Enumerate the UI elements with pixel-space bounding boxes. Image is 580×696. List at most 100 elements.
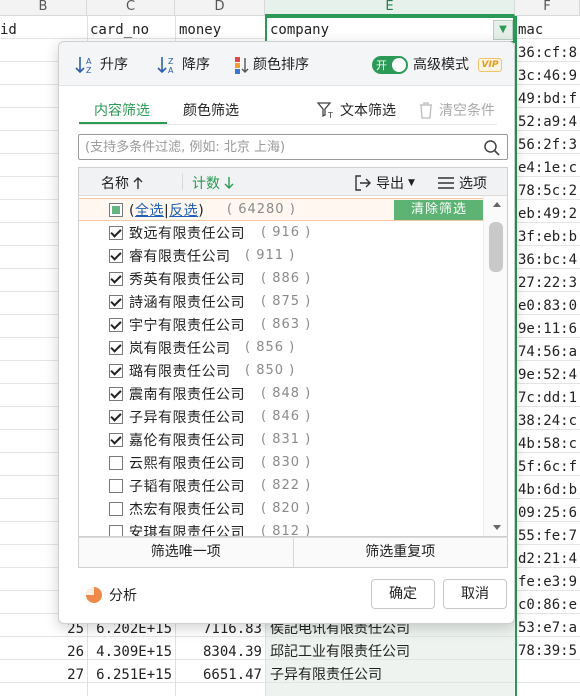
header-cell-company[interactable]: company xyxy=(270,19,329,42)
sort-descending-button[interactable]: Z A 降序 xyxy=(157,54,210,76)
mac-cell[interactable]: fe:e3:9 xyxy=(518,571,577,594)
item-checkbox[interactable] xyxy=(109,248,123,263)
list-item[interactable]: 子韬有限责任公司 ( 822 ) xyxy=(79,474,484,497)
select-all-checkbox[interactable] xyxy=(109,202,123,217)
row-number[interactable]: 26 xyxy=(58,641,84,664)
list-item[interactable]: 云熙有限责任公司 ( 830 ) xyxy=(79,451,484,474)
select-all-link[interactable]: 全选 xyxy=(135,203,164,219)
tab-content-filter[interactable]: 内容筛选 xyxy=(94,100,150,120)
clear-conditions-button[interactable]: 清空条件 xyxy=(417,100,495,120)
select-all-row[interactable]: (全选|反选) ( 64280 ) 清除筛选 xyxy=(79,198,484,221)
column-header-b[interactable]: B xyxy=(0,0,87,16)
item-checkbox[interactable] xyxy=(109,409,123,424)
header-cell-money[interactable]: money xyxy=(179,19,221,42)
filter-search-box[interactable] xyxy=(78,134,508,160)
cancel-button[interactable]: 取消 xyxy=(443,579,507,609)
filter-search-input[interactable] xyxy=(79,135,474,159)
sort-by-count[interactable]: 计数 xyxy=(192,173,234,193)
list-item[interactable]: 安琪有限责任公司 ( 812 ) xyxy=(79,520,484,536)
list-scrollbar[interactable] xyxy=(483,196,507,536)
item-checkbox[interactable] xyxy=(109,432,123,447)
column-header-e[interactable]: E xyxy=(265,0,515,16)
mac-cell[interactable]: 52:a9:4 xyxy=(518,111,577,134)
item-checkbox[interactable] xyxy=(109,294,123,309)
item-checkbox[interactable] xyxy=(109,363,123,378)
header-cell-mac[interactable]: mac xyxy=(518,19,543,42)
item-checkbox[interactable] xyxy=(109,455,123,470)
mac-cell[interactable]: 4b:58:c xyxy=(518,433,577,456)
export-button[interactable]: 导出 ▼ xyxy=(354,173,415,193)
scroll-up-arrow[interactable] xyxy=(493,202,501,207)
list-item[interactable]: 璐有限责任公司 ( 850 ) xyxy=(79,359,484,382)
card-no-cell[interactable]: 4.309E+15 xyxy=(88,641,172,664)
mac-cell[interactable]: 7c:dd:1 xyxy=(518,387,577,410)
column-header-d[interactable]: D xyxy=(175,0,265,16)
list-item[interactable]: 杰宏有限责任公司 ( 820 ) xyxy=(79,497,484,520)
item-checkbox[interactable] xyxy=(109,317,123,332)
filter-unique-button[interactable]: 筛选唯一项 xyxy=(79,538,293,567)
filter-dropdown-button[interactable]: ▼ xyxy=(493,20,513,40)
list-item[interactable]: 子异有限责任公司 ( 846 ) xyxy=(79,405,484,428)
item-checkbox[interactable] xyxy=(109,340,123,355)
mac-cell[interactable]: 78:39:5 xyxy=(518,640,577,663)
mac-cell[interactable]: 09:25:6 xyxy=(518,502,577,525)
sort-by-name[interactable]: 名称 xyxy=(101,173,143,193)
mac-cell[interactable]: 27:22:3 xyxy=(518,272,577,295)
mac-cell[interactable]: e0:83:0 xyxy=(518,295,577,318)
mac-cell[interactable]: 36:cf:8 xyxy=(518,42,577,65)
mac-cell[interactable]: 78:5c:2 xyxy=(518,180,577,203)
list-item[interactable]: 震南有限责任公司 ( 848 ) xyxy=(79,382,484,405)
mac-cell[interactable]: 55:fe:7 xyxy=(518,525,577,548)
item-checkbox[interactable] xyxy=(109,524,123,536)
column-header-c[interactable]: C xyxy=(87,0,175,16)
item-checkbox[interactable] xyxy=(109,271,123,286)
ok-button[interactable]: 确定 xyxy=(371,579,435,609)
header-cell-card-no[interactable]: card_no xyxy=(90,19,149,42)
sort-ascending-button[interactable]: A Z 升序 xyxy=(75,54,128,76)
list-item[interactable]: 嘉伦有限责任公司 ( 831 ) xyxy=(79,428,484,451)
tab-color-filter[interactable]: 颜色筛选 xyxy=(183,100,239,120)
list-item[interactable]: 致远有限责任公司 ( 916 ) xyxy=(79,221,484,244)
list-item[interactable]: 詩涵有限责任公司 ( 875 ) xyxy=(79,290,484,313)
mac-cell[interactable]: 9e:11:6 xyxy=(518,318,577,341)
analyze-button[interactable]: 分析 xyxy=(85,585,137,605)
mac-cell[interactable]: 74:56:a xyxy=(518,341,577,364)
options-button[interactable]: 选项 xyxy=(437,173,487,193)
mac-cell[interactable]: 38:24:c xyxy=(518,410,577,433)
list-item[interactable]: 宇宁有限责任公司 ( 863 ) xyxy=(79,313,484,336)
mac-cell[interactable]: 5f:6c:f xyxy=(518,456,577,479)
color-sort-button[interactable]: 颜色排序 xyxy=(232,54,309,76)
list-item[interactable]: 睿有限责任公司 ( 911 ) xyxy=(79,244,484,267)
mac-cell[interactable]: 3c:46:9 xyxy=(518,65,577,88)
mac-cell[interactable]: eb:49:2 xyxy=(518,203,577,226)
mac-cell[interactable]: 49:bd:f xyxy=(518,88,577,111)
company-cell[interactable]: 邱記工业有限责任公司 xyxy=(270,641,410,664)
clear-filter-button[interactable]: 清除筛选 xyxy=(394,200,484,220)
item-checkbox[interactable] xyxy=(109,225,123,240)
column-header-f[interactable]: F xyxy=(515,0,580,16)
mac-cell[interactable]: 36:bc:4 xyxy=(518,249,577,272)
text-filter-button[interactable]: T 文本筛选 xyxy=(316,100,396,120)
list-item[interactable]: 秀英有限责任公司 ( 886 ) xyxy=(79,267,484,290)
invert-selection-link[interactable]: 反选 xyxy=(169,203,198,219)
mac-cell[interactable]: 9e:52:4 xyxy=(518,364,577,387)
search-icon[interactable] xyxy=(483,139,501,161)
money-cell[interactable]: 8304.39 xyxy=(176,641,262,664)
filter-duplicate-button[interactable]: 筛选重复项 xyxy=(292,538,507,567)
mac-cell[interactable]: e4:1e:c xyxy=(518,157,577,180)
scroll-down-arrow[interactable] xyxy=(493,525,501,530)
item-checkbox[interactable] xyxy=(109,501,123,516)
mac-cell[interactable]: d2:21:4 xyxy=(518,548,577,571)
advanced-mode-toggle[interactable]: 开 xyxy=(372,56,408,74)
item-checkbox[interactable] xyxy=(109,386,123,401)
money-cell[interactable]: 6651.47 xyxy=(176,664,262,687)
company-cell[interactable]: 子异有限责任公司 xyxy=(270,664,382,687)
list-item[interactable]: 岚有限责任公司 ( 856 ) xyxy=(79,336,484,359)
mac-cell[interactable]: 53:e7:a xyxy=(518,617,577,640)
row-number[interactable]: 27 xyxy=(58,664,84,687)
header-cell-id[interactable]: id xyxy=(0,19,17,42)
mac-cell[interactable]: 3f:eb:b xyxy=(518,226,577,249)
advanced-mode-label[interactable]: 高级模式 xyxy=(413,54,469,76)
card-no-cell[interactable]: 6.251E+15 xyxy=(88,664,172,687)
item-checkbox[interactable] xyxy=(109,478,123,493)
